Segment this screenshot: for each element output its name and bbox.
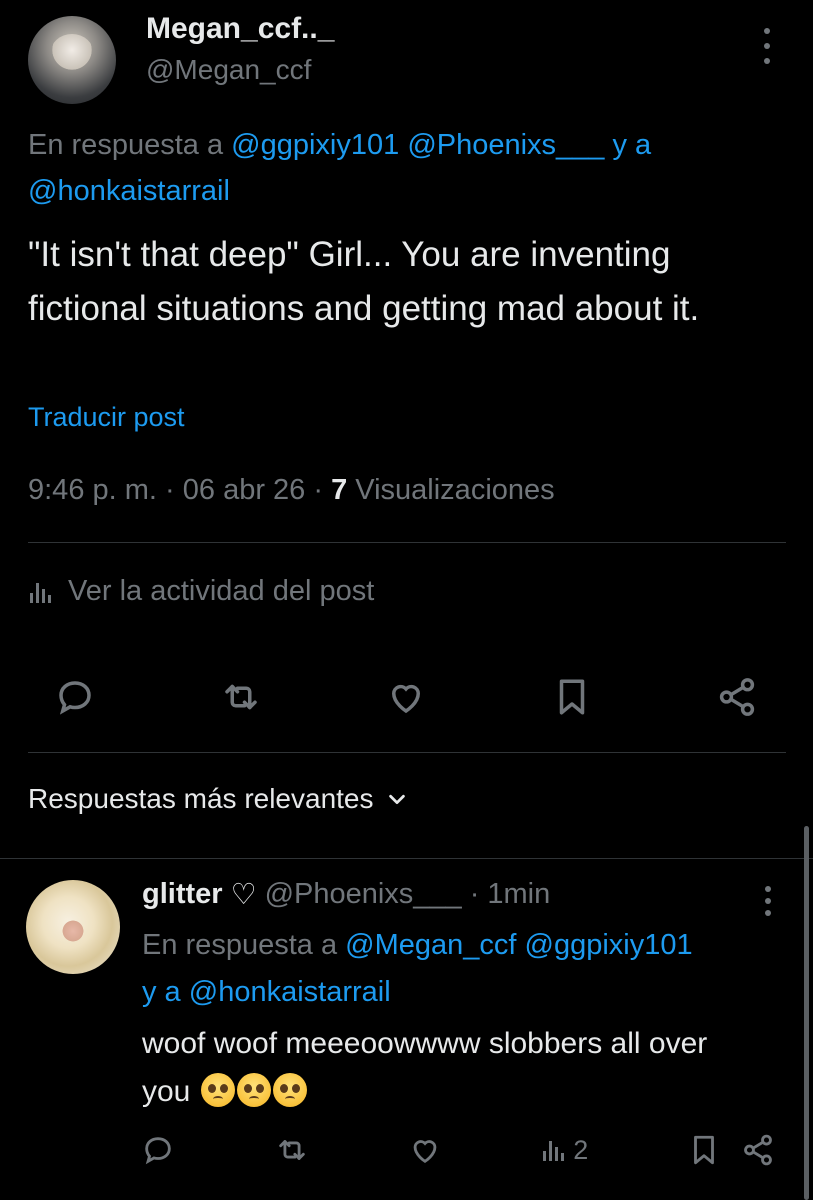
reply-to-line: En respuesta a @ggpixiy101 @Phoenixs___ … — [28, 122, 788, 214]
analytics-icon — [543, 1141, 565, 1161]
pleading-face-emoji — [200, 1073, 235, 1107]
reply-to-prefix: En respuesta a — [142, 929, 338, 961]
mention-link[interactable]: @ggpixiy101 — [525, 929, 693, 961]
more-vertical-icon[interactable] — [763, 28, 771, 64]
reply-views-count: 2 — [573, 1134, 589, 1165]
mention-link[interactable]: @ggpixiy101 — [231, 129, 399, 161]
translate-link[interactable]: Traducir post — [28, 402, 185, 433]
share-icon[interactable] — [740, 1132, 776, 1168]
divider — [28, 752, 786, 753]
retweet-icon[interactable] — [218, 674, 264, 720]
separator: · — [469, 878, 480, 910]
share-icon[interactable] — [714, 674, 760, 720]
replies-sort-dropdown[interactable]: Respuestas más relevantes — [28, 783, 408, 815]
analytics-icon — [30, 582, 51, 603]
views-label: Visualizaciones — [355, 474, 555, 506]
mention-link[interactable]: @Megan_ccf — [345, 929, 516, 961]
reply-to-conjunction: y a — [142, 976, 181, 1008]
reply-author-name[interactable]: glitter — [142, 878, 223, 911]
reply-action-bar: 2 — [140, 1128, 776, 1172]
reply-author-handle[interactable]: @Phoenixs___ — [265, 878, 462, 911]
mention-link[interactable]: @Phoenixs___ — [407, 129, 604, 161]
like-icon[interactable] — [383, 674, 429, 720]
bookmark-icon[interactable] — [686, 1132, 722, 1168]
divider — [0, 858, 813, 859]
avatar[interactable] — [26, 880, 120, 974]
mention-link[interactable]: @honkaistarrail — [28, 175, 230, 207]
reply-secondary-actions — [686, 1132, 776, 1168]
post-meta: 9:46 p. m. · 06 abr 26 · 7 Visualizacion… — [28, 474, 555, 506]
more-vertical-icon[interactable] — [764, 886, 772, 916]
reply-text: woof woof meeeoowwww slobbers all over y… — [142, 1020, 762, 1116]
reply-author-name-suffix: ♡ — [230, 879, 257, 911]
views-count: 7 — [331, 474, 348, 506]
reply-header: glitter ♡ @Phoenixs___ · 1min — [142, 877, 550, 912]
pleading-face-emoji — [272, 1073, 307, 1107]
reply-to-prefix: En respuesta a — [28, 129, 224, 161]
replies-sort-label: Respuestas más relevantes — [28, 783, 374, 814]
reply-to-line: En respuesta a @Megan_ccf @ggpixiy101 y … — [142, 922, 782, 1016]
views-button[interactable]: 2 — [541, 1135, 588, 1166]
post-time: 9:46 p. m. — [28, 474, 157, 506]
chevron-down-icon — [388, 794, 405, 805]
post-author-handle[interactable]: @Megan_ccf — [146, 54, 311, 86]
post-text: "It isn't that deep" Girl... You are inv… — [28, 235, 700, 328]
bookmark-icon[interactable] — [549, 674, 595, 720]
reply-icon[interactable] — [52, 674, 98, 720]
post-action-bar — [52, 672, 760, 722]
post-author-name[interactable]: Megan_ccf.._ — [146, 12, 334, 46]
post-detail-page: Megan_ccf.._ @Megan_ccf En respuesta a @… — [0, 0, 813, 1200]
reply-icon[interactable] — [140, 1132, 176, 1168]
mention-link[interactable]: @honkaistarrail — [189, 976, 391, 1008]
reply-to-conjunction: y a — [612, 129, 652, 161]
reply-time: 1min — [487, 878, 551, 910]
activity-label: Ver la actividad del post — [68, 575, 375, 607]
post-activity-link[interactable]: Ver la actividad del post — [28, 575, 374, 608]
avatar[interactable] — [28, 16, 116, 104]
divider — [28, 542, 786, 543]
pleading-face-emoji — [236, 1073, 271, 1107]
post-date: 06 abr 26 — [182, 474, 306, 506]
retweet-icon[interactable] — [274, 1132, 310, 1168]
scrollbar[interactable] — [804, 826, 809, 1200]
like-icon[interactable] — [407, 1132, 443, 1168]
